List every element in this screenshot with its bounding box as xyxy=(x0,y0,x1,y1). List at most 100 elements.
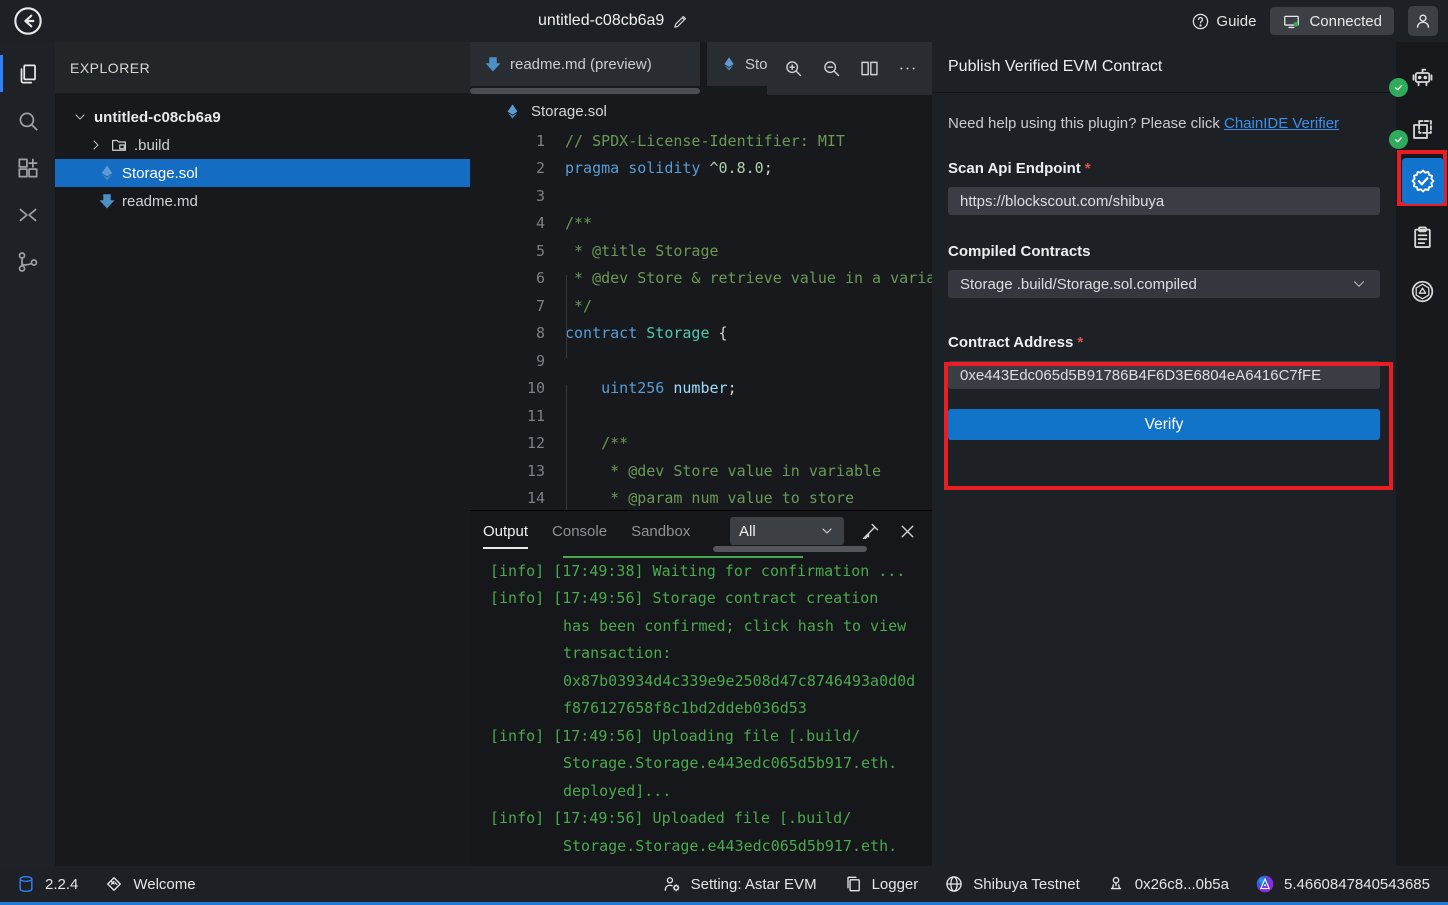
status-label: Shibuya Testnet xyxy=(973,876,1079,893)
monitor-icon xyxy=(1282,12,1301,31)
activity-search[interactable] xyxy=(0,97,55,144)
code-text: * @title Storage xyxy=(565,242,719,260)
line-number: 9 xyxy=(470,352,545,370)
code-line: 9 xyxy=(470,347,932,375)
zoom-out-icon[interactable] xyxy=(821,58,842,79)
code-text: */ xyxy=(565,297,592,315)
status-database[interactable]: 2.2.4 xyxy=(16,874,78,894)
status-person-gear[interactable]: Setting: Astar EVM xyxy=(662,874,817,894)
green-check-badge xyxy=(1389,130,1408,149)
status-bar: 2.2.4 Welcome Setting: Astar EVM Logger Shi… xyxy=(0,866,1448,902)
code-text: /** xyxy=(565,214,592,232)
activity-collapse[interactable] xyxy=(0,191,55,238)
contract-address-input[interactable]: 0xe443Edc065d5B91786B4F6D3E6804eA6416C7f… xyxy=(948,361,1380,389)
log-line: transaction: xyxy=(470,640,932,668)
status-astar[interactable]: 5.4660847840543685 xyxy=(1255,874,1430,894)
indent-guide xyxy=(566,385,567,510)
output-tab-sandbox[interactable]: Sandbox xyxy=(631,511,690,552)
scan-api-input[interactable]: https://blockscout.com/shibuya xyxy=(948,187,1380,215)
edit-title-pencil-icon[interactable] xyxy=(672,13,689,30)
tab-readme-md[interactable]: readme.md (preview) xyxy=(470,42,700,86)
zoom-in-icon[interactable] xyxy=(783,58,804,79)
publish-panel-body: Need help using this plugin? Please clic… xyxy=(932,93,1396,440)
line-number: 6 xyxy=(470,269,545,287)
person-icon xyxy=(1413,11,1433,31)
status-label: 0x26c8...0b5a xyxy=(1135,876,1229,893)
tree-item-untitled-c08cb6a9[interactable]: untitled-c08cb6a9 xyxy=(55,103,470,131)
tree-item-storage-sol[interactable]: Storage.sol xyxy=(55,159,470,187)
output-scrollbar[interactable] xyxy=(713,546,867,552)
globe-icon xyxy=(944,874,964,894)
status-label: Welcome xyxy=(133,876,195,893)
status-label: 5.4660847840543685 xyxy=(1284,876,1430,893)
required-star: * xyxy=(1077,334,1083,351)
tree-item--build[interactable]: .build xyxy=(55,131,470,159)
git-branch-icon xyxy=(15,249,41,275)
output-tab-console[interactable]: Console xyxy=(552,511,607,552)
code-line: 6 * @dev Store & retrieve value in a var… xyxy=(470,265,932,293)
required-star: * xyxy=(1085,160,1091,177)
line-number: 7 xyxy=(470,297,545,315)
compiled-contracts-label: Compiled Contracts xyxy=(948,243,1380,260)
code-text: * @param num value to store xyxy=(565,489,854,507)
line-number: 2 xyxy=(470,159,545,177)
connected-button[interactable]: Connected xyxy=(1270,7,1394,35)
output-controls: All xyxy=(730,517,918,545)
clear-log-icon[interactable] xyxy=(860,521,881,542)
sidebar-openai-button[interactable] xyxy=(1396,266,1448,316)
person-gear-icon xyxy=(662,874,682,894)
activity-git-branch[interactable] xyxy=(0,238,55,285)
line-number: 8 xyxy=(470,324,545,342)
status-copy[interactable]: Logger xyxy=(843,874,919,894)
chevron-right-icon xyxy=(88,137,104,153)
log-line: Storage.Storage.e443edc065d5b917.eth. xyxy=(470,750,932,778)
handshake-icon xyxy=(104,874,124,894)
chevron-down-icon xyxy=(72,109,88,125)
contract-address-label: Contract Address* xyxy=(948,334,1380,351)
line-number: 3 xyxy=(470,187,545,205)
copy-icon xyxy=(843,874,863,894)
status-pin[interactable]: 0x26c8...0b5a xyxy=(1106,874,1229,894)
log-filter-select[interactable]: All xyxy=(730,517,844,545)
back-button[interactable] xyxy=(12,5,44,37)
log-line: [info] [17:49:38] Waiting for confirmati… xyxy=(470,557,932,585)
verify-button[interactable]: Verify xyxy=(948,409,1380,440)
output-tab-output[interactable]: Output xyxy=(483,511,528,552)
tab-scrollbar[interactable] xyxy=(470,88,700,94)
log-output: [info] [17:49:38] Waiting for confirmati… xyxy=(470,557,932,860)
code-editor[interactable]: Storage.sol 1// SPDX-License-Identifier:… xyxy=(470,95,932,510)
log-line: Storage.Storage.e443edc065d5b917.eth. xyxy=(470,832,932,860)
sidebar-verified-seal-button[interactable] xyxy=(1402,158,1444,204)
avatar-button[interactable] xyxy=(1408,6,1438,36)
code-lines: 1// SPDX-License-Identifier: MIT2pragma … xyxy=(470,127,932,510)
line-number: 13 xyxy=(470,462,545,480)
code-text: contract Storage { xyxy=(565,324,728,342)
help-text-label: Need help using this plugin? Please clic… xyxy=(948,115,1224,132)
log-line: [info] [17:49:56] Uploading file [.build… xyxy=(470,722,932,750)
more-icon[interactable] xyxy=(897,58,918,79)
pin-icon xyxy=(1106,874,1126,894)
editor-tab-bar: readme.md (preview) Stor xyxy=(470,42,932,95)
code-line: 12 /** xyxy=(470,430,932,458)
eth-icon xyxy=(721,56,737,72)
code-text: * @dev Store value in variable xyxy=(565,462,881,480)
code-line: 5 * @title Storage xyxy=(470,237,932,265)
activity-bar xyxy=(0,42,55,866)
guide-button[interactable]: Guide xyxy=(1191,12,1256,31)
split-editor-icon[interactable] xyxy=(859,58,880,79)
sidebar-clipboard-button[interactable] xyxy=(1396,212,1448,262)
explorer-header: EXPLORER xyxy=(55,42,470,93)
tree-item-readme-md[interactable]: readme.md xyxy=(55,187,470,215)
close-panel-icon[interactable] xyxy=(897,521,918,542)
activity-plugins[interactable] xyxy=(0,144,55,191)
compiled-contracts-select[interactable]: Storage .build/Storage.sol.compiled xyxy=(948,270,1380,298)
eth-icon xyxy=(504,103,521,120)
md-icon xyxy=(484,55,502,73)
status-handshake[interactable]: Welcome xyxy=(104,874,195,894)
editor-area: readme.md (preview) Stor Storage.sol 1//… xyxy=(470,42,932,866)
scan-api-label: Scan Api Endpoint* xyxy=(948,160,1380,177)
chainide-verifier-link[interactable]: ChainIDE Verifier xyxy=(1224,115,1339,132)
activity-files[interactable] xyxy=(0,50,55,97)
code-line: 10 uint256 number; xyxy=(470,375,932,403)
status-globe[interactable]: Shibuya Testnet xyxy=(944,874,1079,894)
